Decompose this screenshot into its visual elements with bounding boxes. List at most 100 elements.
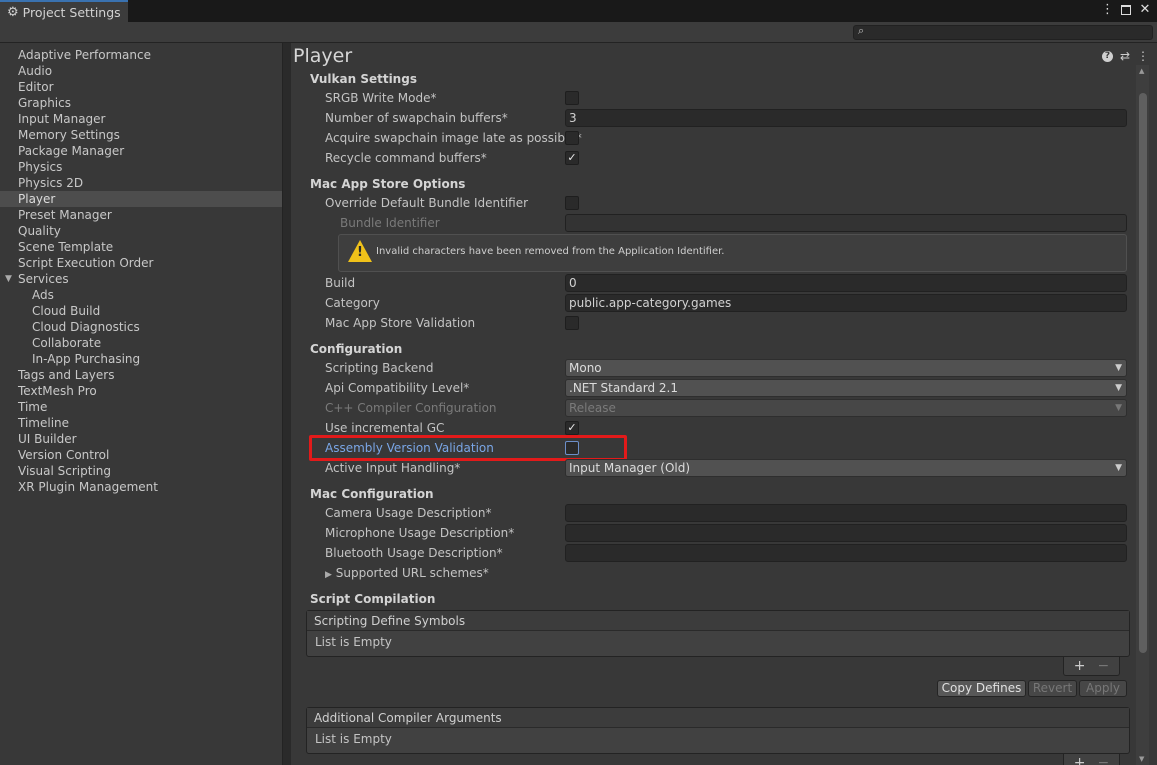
- override-bundle-id-checkbox[interactable]: [565, 196, 579, 210]
- sidebar-item-scene-template[interactable]: Scene Template: [18, 239, 113, 255]
- scroll-up-icon[interactable]: ▲: [1139, 67, 1144, 75]
- vertical-scrollbar[interactable]: ▲ ▼: [1136, 65, 1149, 765]
- category-field[interactable]: public.app-category.games: [565, 294, 1127, 312]
- sidebar-item-label: Visual Scripting: [18, 464, 111, 478]
- plus-icon[interactable]: +: [1074, 658, 1086, 674]
- inspector-panel: Player ? ⇄ ⋮ Vulkan Settings SRGB Write …: [291, 43, 1157, 765]
- gear-icon: ⚙: [7, 4, 19, 20]
- copy-defines-button[interactable]: Copy Defines: [937, 680, 1026, 697]
- vulkan-settings-header: Vulkan Settings: [310, 72, 417, 86]
- sidebar-item-cloud-build[interactable]: Cloud Build: [32, 303, 100, 319]
- sidebar-item-textmesh-pro[interactable]: TextMesh Pro: [18, 383, 97, 399]
- sidebar-item-cloud-diagnostics[interactable]: Cloud Diagnostics: [32, 319, 140, 335]
- scripting-backend-dropdown[interactable]: Mono ▼: [565, 359, 1127, 377]
- active-input-handling-label: Active Input Handling*: [325, 461, 461, 475]
- sidebar-item-input-manager[interactable]: Input Manager: [18, 111, 106, 127]
- sidebar-item-label: Time: [18, 400, 48, 414]
- sidebar-item-label: Script Execution Order: [18, 256, 154, 270]
- build-field[interactable]: 0: [565, 274, 1127, 292]
- sidebar-item-physics-2d[interactable]: Physics 2D: [18, 175, 83, 191]
- minus-icon[interactable]: −: [1098, 755, 1110, 765]
- window-controls: ⋮ ✕: [1101, 2, 1151, 17]
- api-compatibility-dropdown[interactable]: .NET Standard 2.1 ▼: [565, 379, 1127, 397]
- sidebar-item-label: Input Manager: [18, 112, 106, 126]
- sidebar-item-editor[interactable]: Editor: [18, 79, 54, 95]
- camera-usage-field[interactable]: [565, 504, 1127, 522]
- tab-project-settings[interactable]: ⚙ Project Settings: [0, 0, 128, 22]
- search-input[interactable]: ⌕: [853, 24, 1153, 40]
- plus-icon[interactable]: +: [1074, 755, 1086, 765]
- srgb-write-mode-checkbox[interactable]: [565, 91, 579, 105]
- sidebar-item-audio[interactable]: Audio: [18, 63, 52, 79]
- sidebar-item-adaptive-performance[interactable]: Adaptive Performance: [18, 47, 151, 63]
- sidebar-item-memory-settings[interactable]: Memory Settings: [18, 127, 120, 143]
- highlight-box: [309, 435, 627, 461]
- recycle-command-buffers-checkbox[interactable]: ✓: [565, 151, 579, 165]
- sidebar-item-label: Graphics: [18, 96, 71, 110]
- scripting-backend-label: Scripting Backend: [325, 361, 434, 375]
- supported-url-schemes-foldout[interactable]: ▶ Supported URL schemes*: [325, 564, 489, 582]
- override-bundle-id-label: Override Default Bundle Identifier: [325, 196, 529, 210]
- sidebar-splitter[interactable]: [283, 43, 291, 765]
- scrollbar-thumb[interactable]: [1139, 93, 1147, 653]
- sidebar-item-time[interactable]: Time: [18, 399, 47, 415]
- sidebar-item-in-app-purchasing[interactable]: In-App Purchasing: [32, 351, 140, 367]
- microphone-usage-field[interactable]: [565, 524, 1127, 542]
- project-settings-window: ⚙ Project Settings ⋮ ✕ ⌕ Adaptive Perfor…: [0, 0, 1157, 765]
- cpp-compiler-config-value: Release: [569, 401, 616, 415]
- sidebar-item-label: Timeline: [18, 416, 70, 430]
- maximize-icon[interactable]: [1121, 4, 1131, 15]
- sidebar-item-player[interactable]: Player: [0, 191, 282, 207]
- additional-args-header: Additional Compiler Arguments: [307, 708, 1129, 728]
- sidebar-item-script-execution-order[interactable]: Script Execution Order: [18, 255, 153, 271]
- sidebar-item-package-manager[interactable]: Package Manager: [18, 143, 124, 159]
- sidebar-item-label: Tags and Layers: [18, 368, 115, 382]
- define-symbols-add-remove: + −: [1063, 657, 1120, 676]
- bundle-identifier-field[interactable]: [565, 214, 1127, 232]
- chevron-down-icon: ▼: [1115, 403, 1122, 413]
- sidebar-item-label: Package Manager: [18, 144, 125, 158]
- sidebar-item-xr-plugin-management[interactable]: XR Plugin Management: [18, 479, 158, 495]
- scroll-down-icon[interactable]: ▼: [1139, 755, 1144, 763]
- sidebar-item-quality[interactable]: Quality: [18, 223, 61, 239]
- tab-title: Project Settings: [22, 4, 121, 20]
- sidebar-item-preset-manager[interactable]: Preset Manager: [18, 207, 112, 223]
- more-options-icon[interactable]: ⋮: [1101, 2, 1114, 17]
- revert-button[interactable]: Revert: [1028, 680, 1077, 697]
- bundle-identifier-label: Bundle Identifier: [340, 216, 440, 230]
- title-bar: ⚙ Project Settings ⋮ ✕: [0, 0, 1157, 22]
- mac-app-store-validation-label: Mac App Store Validation: [325, 316, 476, 330]
- mac-app-store-validation-checkbox[interactable]: [565, 316, 579, 330]
- sidebar-item-ui-builder[interactable]: UI Builder: [18, 431, 77, 447]
- swapchain-buffers-field[interactable]: 3: [565, 109, 1127, 127]
- minus-icon[interactable]: −: [1098, 658, 1110, 674]
- sidebar-item-graphics[interactable]: Graphics: [18, 95, 71, 111]
- sidebar-item-services[interactable]: ▼ Services: [5, 271, 69, 287]
- additional-args-add-remove: + −: [1063, 754, 1120, 765]
- acquire-swapchain-label: Acquire swapchain image late as possible…: [325, 131, 582, 145]
- sidebar-item-ads[interactable]: Ads: [32, 287, 54, 303]
- sidebar-item-label: Scene Template: [18, 240, 114, 254]
- player-settings-content: Vulkan Settings SRGB Write Mode* Number …: [291, 43, 1141, 765]
- bluetooth-usage-field[interactable]: [565, 544, 1127, 562]
- camera-usage-label: Camera Usage Description*: [325, 506, 492, 520]
- incremental-gc-checkbox[interactable]: ✓: [565, 421, 579, 435]
- sidebar-item-label: Ads: [32, 288, 54, 302]
- sidebar-item-collaborate[interactable]: Collaborate: [32, 335, 101, 351]
- sidebar-item-physics[interactable]: Physics: [18, 159, 62, 175]
- search-icon: ⌕: [858, 24, 865, 37]
- api-compatibility-value: .NET Standard 2.1: [569, 381, 679, 395]
- sidebar-item-timeline[interactable]: Timeline: [18, 415, 69, 431]
- sidebar-item-label: Physics 2D: [18, 176, 84, 190]
- sidebar-item-tags-and-layers[interactable]: Tags and Layers: [18, 367, 114, 383]
- additional-args-empty: List is Empty: [315, 732, 392, 746]
- foldout-expanded-icon[interactable]: ▼: [5, 271, 12, 287]
- apply-button[interactable]: Apply: [1079, 680, 1127, 697]
- close-icon[interactable]: ✕: [1139, 2, 1151, 17]
- triangle-right-icon: ▶: [325, 570, 332, 580]
- sidebar-item-visual-scripting[interactable]: Visual Scripting: [18, 463, 111, 479]
- sidebar-item-version-control[interactable]: Version Control: [18, 447, 109, 463]
- sidebar-item-label: XR Plugin Management: [18, 480, 158, 494]
- acquire-swapchain-checkbox[interactable]: [565, 131, 579, 145]
- active-input-handling-dropdown[interactable]: Input Manager (Old) ▼: [565, 459, 1127, 477]
